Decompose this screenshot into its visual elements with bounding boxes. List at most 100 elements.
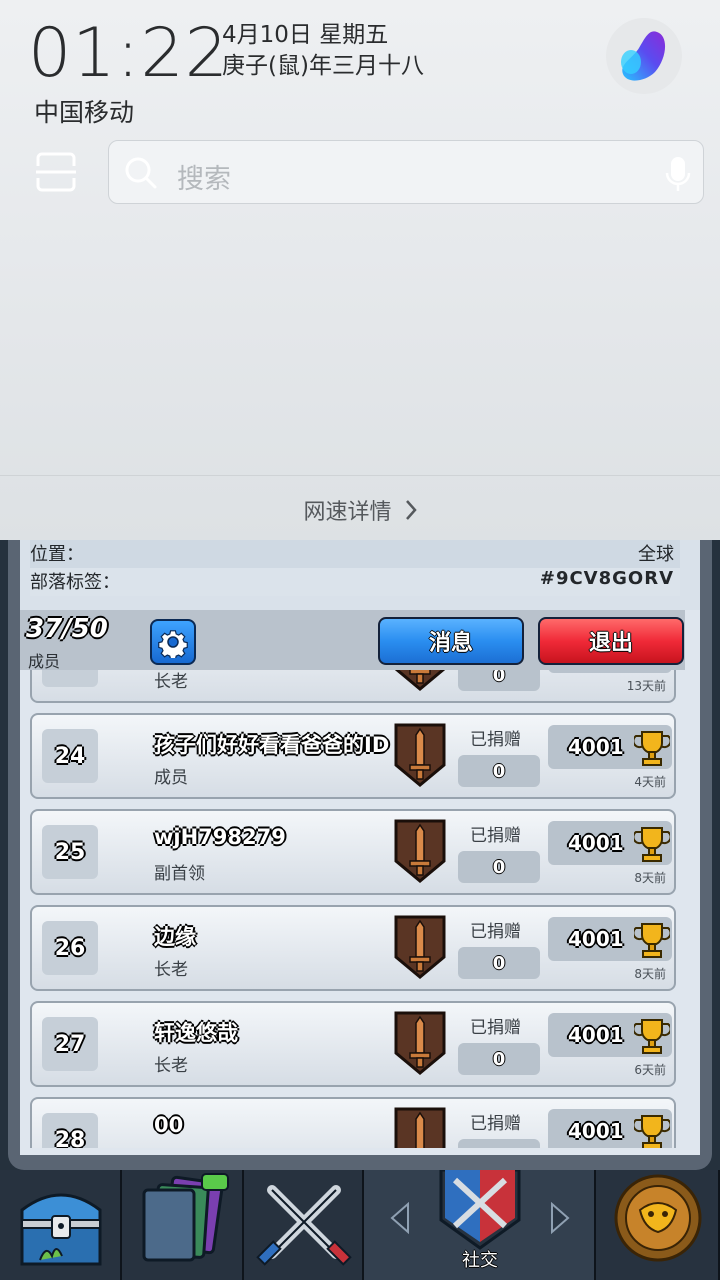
- member-role: 成员: [154, 768, 188, 788]
- donated-label: 已捐赠: [470, 1114, 521, 1134]
- member-name: 孩子们好好看看爸爸的ID: [154, 733, 390, 757]
- trophy-icon: [634, 1115, 670, 1148]
- members-count: 37/50: [26, 614, 108, 644]
- clan-tag-value: #9CV8GORV: [539, 568, 674, 589]
- member-donated: [458, 1139, 540, 1148]
- donated-label: 已捐赠: [470, 1018, 521, 1038]
- member-rank: 25: [42, 825, 98, 879]
- nav-social-label: 社交: [462, 1250, 498, 1271]
- search-icon: [125, 157, 157, 189]
- nav-battle[interactable]: [244, 1170, 364, 1280]
- member-row[interactable]: 26 边缘 长老 已捐赠 0 4001 8天前: [30, 905, 676, 991]
- member-donated: 0: [458, 755, 540, 787]
- member-name: 轩逸悠哉: [154, 1021, 238, 1045]
- member-donated: 0: [458, 851, 540, 883]
- member-rank: 24: [42, 729, 98, 783]
- member-last-seen: 8天前: [634, 967, 666, 981]
- arena-shield-icon: [394, 723, 446, 787]
- clock: 01:22: [28, 14, 229, 93]
- search-placeholder: 搜索: [177, 164, 231, 195]
- member-name: 00: [154, 1113, 184, 1137]
- member-role: 副首领: [154, 864, 205, 884]
- quit-button[interactable]: 退出: [538, 617, 684, 665]
- nav-events[interactable]: [596, 1170, 720, 1280]
- date-lunar: 庚子(鼠)年三月十八: [222, 53, 424, 79]
- laurel-badge-icon: [614, 1174, 702, 1262]
- trophy-icon: [634, 1019, 670, 1054]
- member-trophies-value: 4001: [568, 735, 624, 759]
- crossed-swords-icon: [256, 1185, 352, 1266]
- game-screen: 位置： 全球 部落标签： #9CV8GORV 37/50 成员 消息 退出 23: [0, 540, 720, 1280]
- trophy-icon: [634, 670, 670, 671]
- message-button[interactable]: 消息: [378, 617, 524, 665]
- donated-label: 已捐赠: [470, 826, 521, 846]
- network-speed-link[interactable]: 网速详情: [0, 494, 720, 526]
- member-last-seen: 4天前: [634, 775, 666, 789]
- network-speed-label: 网速详情: [303, 500, 392, 525]
- member-trophies: 4001: [548, 1013, 672, 1057]
- chevron-left-icon: [390, 1202, 409, 1234]
- chevron-right-icon: [551, 1202, 570, 1234]
- donated-label: 已捐赠: [470, 730, 521, 750]
- treasure-chest-icon: [20, 1193, 102, 1266]
- trophy-icon: [634, 827, 670, 862]
- member-rank: 23: [42, 670, 98, 687]
- nav-cards[interactable]: [122, 1170, 244, 1280]
- clan-location-label: 位置：: [30, 544, 84, 565]
- member-role: 长老: [154, 672, 188, 692]
- microphone-icon[interactable]: [665, 155, 691, 193]
- member-last-seen: 13天前: [626, 679, 666, 693]
- member-row[interactable]: 23 长老 0: [30, 670, 676, 703]
- assistant-button[interactable]: [606, 18, 682, 94]
- trophy-icon: [634, 731, 670, 766]
- scan-icon: [36, 152, 76, 192]
- member-rank: 27: [42, 1017, 98, 1071]
- arena-shield-icon: [394, 1107, 446, 1148]
- member-row[interactable]: 28 00 已捐赠 4001: [30, 1097, 676, 1148]
- member-trophies-value: 4001: [568, 1023, 624, 1047]
- assistant-icon: [621, 31, 666, 81]
- member-name: 边缘: [154, 925, 196, 949]
- cards-icon: [142, 1173, 229, 1262]
- clan-tag-label: 部落标签：: [30, 572, 120, 593]
- member-row[interactable]: 27 轩逸悠哉 长老 已捐赠 0 4001 6天前: [30, 1001, 676, 1087]
- nav-shop[interactable]: [0, 1170, 122, 1280]
- member-last-seen: 8天前: [634, 871, 666, 885]
- member-role: 长老: [154, 960, 188, 980]
- member-row[interactable]: 24 孩子们好好看看爸爸的ID 成员 已捐赠 0 4001 4天前: [30, 713, 676, 799]
- members-list[interactable]: 23 长老 0: [20, 670, 685, 1148]
- chevron-right-icon: [405, 500, 417, 520]
- clan-location-value: 全球: [638, 544, 674, 565]
- member-trophies: 4001: [548, 1109, 672, 1148]
- members-toolbar: 37/50 成员 消息 退出: [20, 610, 685, 671]
- member-name: wjH798279: [154, 825, 286, 849]
- date-gregorian: 4月10日 星期五: [222, 22, 389, 48]
- search-field[interactable]: 搜索: [108, 140, 704, 204]
- notification-shade: 01:22 4月10日 星期五 庚子(鼠)年三月十八 中国移动 搜索 网速详情: [0, 0, 720, 540]
- arena-shield-icon: [394, 1011, 446, 1075]
- arena-shield-icon: [394, 915, 446, 979]
- member-rank: 28: [42, 1113, 98, 1148]
- scan-button[interactable]: [34, 150, 78, 194]
- member-trophies-value: 4001: [568, 1119, 624, 1143]
- arena-shield-icon: [394, 819, 446, 883]
- member-row[interactable]: 25 wjH798279 副首领 已捐赠 0 4001 8天前: [30, 809, 676, 895]
- member-trophies-value: 4001: [568, 831, 624, 855]
- clan-shield-icon: [439, 1170, 521, 1250]
- gear-icon: [158, 630, 188, 658]
- clan-info: 位置： 全球 部落标签： #9CV8GORV: [20, 540, 700, 610]
- donated-label: 已捐赠: [470, 922, 521, 942]
- bottom-nav: 社交: [0, 1170, 720, 1280]
- date-display: 4月10日 星期五 庚子(鼠)年三月十八: [222, 20, 424, 82]
- clan-tag-row: 部落标签： #9CV8GORV: [30, 568, 680, 596]
- trophy-icon: [634, 923, 670, 958]
- members-label: 成员: [28, 652, 61, 671]
- member-donated: 0: [458, 947, 540, 979]
- member-rank: 26: [42, 921, 98, 975]
- member-trophies: 4001: [548, 917, 672, 961]
- member-role: 长老: [154, 1056, 188, 1076]
- nav-social[interactable]: 社交: [364, 1170, 596, 1280]
- member-donated: 0: [458, 1043, 540, 1075]
- settings-button[interactable]: [150, 619, 196, 665]
- member-donated: 0: [458, 670, 540, 691]
